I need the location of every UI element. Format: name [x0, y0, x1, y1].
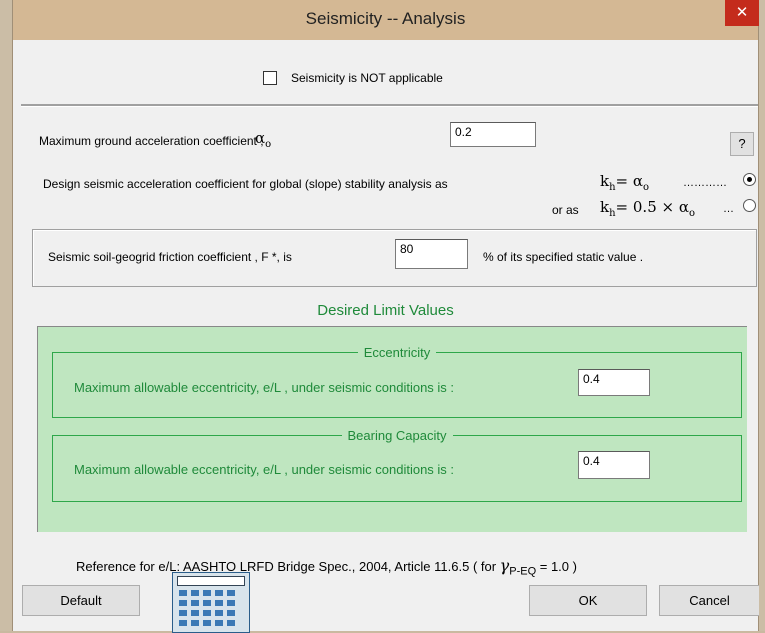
kh-half-alpha-radio[interactable] — [743, 199, 756, 212]
option2-leader-dots: … — [723, 203, 734, 215]
eccentricity-label: Maximum allowable eccentricity, e/L , un… — [74, 380, 455, 395]
eccentricity-input[interactable]: 0.4 — [578, 369, 650, 396]
title-bar: Seismicity -- Analysis ✕ — [13, 0, 759, 40]
help-button[interactable]: ? — [730, 132, 754, 156]
or-as-label: or as — [552, 203, 579, 217]
kh-equals-alpha-formula: kh= αo — [600, 172, 650, 193]
seismicity-not-applicable-label: Seismicity is NOT applicable — [291, 71, 443, 85]
reference-text: Reference for e/L: AASHTO LRFD Bridge Sp… — [76, 556, 577, 578]
dialog-window: Seismicity -- Analysis ✕ Seismicity is N… — [12, 0, 759, 633]
background-left — [0, 0, 12, 631]
ground-acceleration-label: Maximum ground acceleration coefficient … — [39, 134, 264, 148]
desired-limit-values-heading: Desired Limit Values — [317, 302, 454, 319]
friction-coefficient-label: Seismic soil-geogrid friction coefficien… — [48, 250, 292, 264]
kh-alpha-radio[interactable] — [743, 173, 756, 186]
seismicity-not-applicable-checkbox[interactable] — [263, 71, 277, 85]
window-title: Seismicity -- Analysis — [305, 9, 466, 28]
cancel-button[interactable]: Cancel — [659, 585, 759, 616]
bearing-capacity-label: Maximum allowable eccentricity, e/L , un… — [74, 462, 455, 477]
eccentricity-group-title: Eccentricity — [357, 345, 437, 360]
eccentricity-group: Eccentricity Maximum allowable eccentric… — [52, 345, 742, 418]
kh-half-alpha-formula: kh= 0.5 × αo — [600, 198, 696, 219]
alpha-o-symbol: αo — [255, 129, 272, 150]
bearing-capacity-input[interactable]: 0.4 — [578, 451, 650, 479]
bearing-capacity-group-title: Bearing Capacity — [341, 428, 453, 443]
design-coefficient-label: Design seismic acceleration coefficient … — [43, 177, 448, 191]
bearing-capacity-group: Bearing Capacity Maximum allowable eccen… — [52, 428, 742, 502]
separator — [21, 104, 758, 107]
ok-button[interactable]: OK — [529, 585, 647, 616]
default-button[interactable]: Default — [22, 585, 140, 616]
friction-percent-input[interactable]: 80 — [395, 239, 468, 269]
close-button[interactable]: ✕ — [725, 0, 759, 26]
friction-coefficient-panel: Seismic soil-geogrid friction coefficien… — [32, 229, 757, 287]
option1-leader-dots: ………… — [683, 177, 727, 189]
close-icon: ✕ — [735, 4, 749, 21]
calculator-icon[interactable] — [172, 572, 250, 633]
limit-values-panel: Eccentricity Maximum allowable eccentric… — [37, 326, 747, 532]
friction-percent-suffix: % of its specified static value . — [483, 250, 644, 264]
ground-acceleration-input[interactable]: 0.2 — [450, 122, 536, 147]
